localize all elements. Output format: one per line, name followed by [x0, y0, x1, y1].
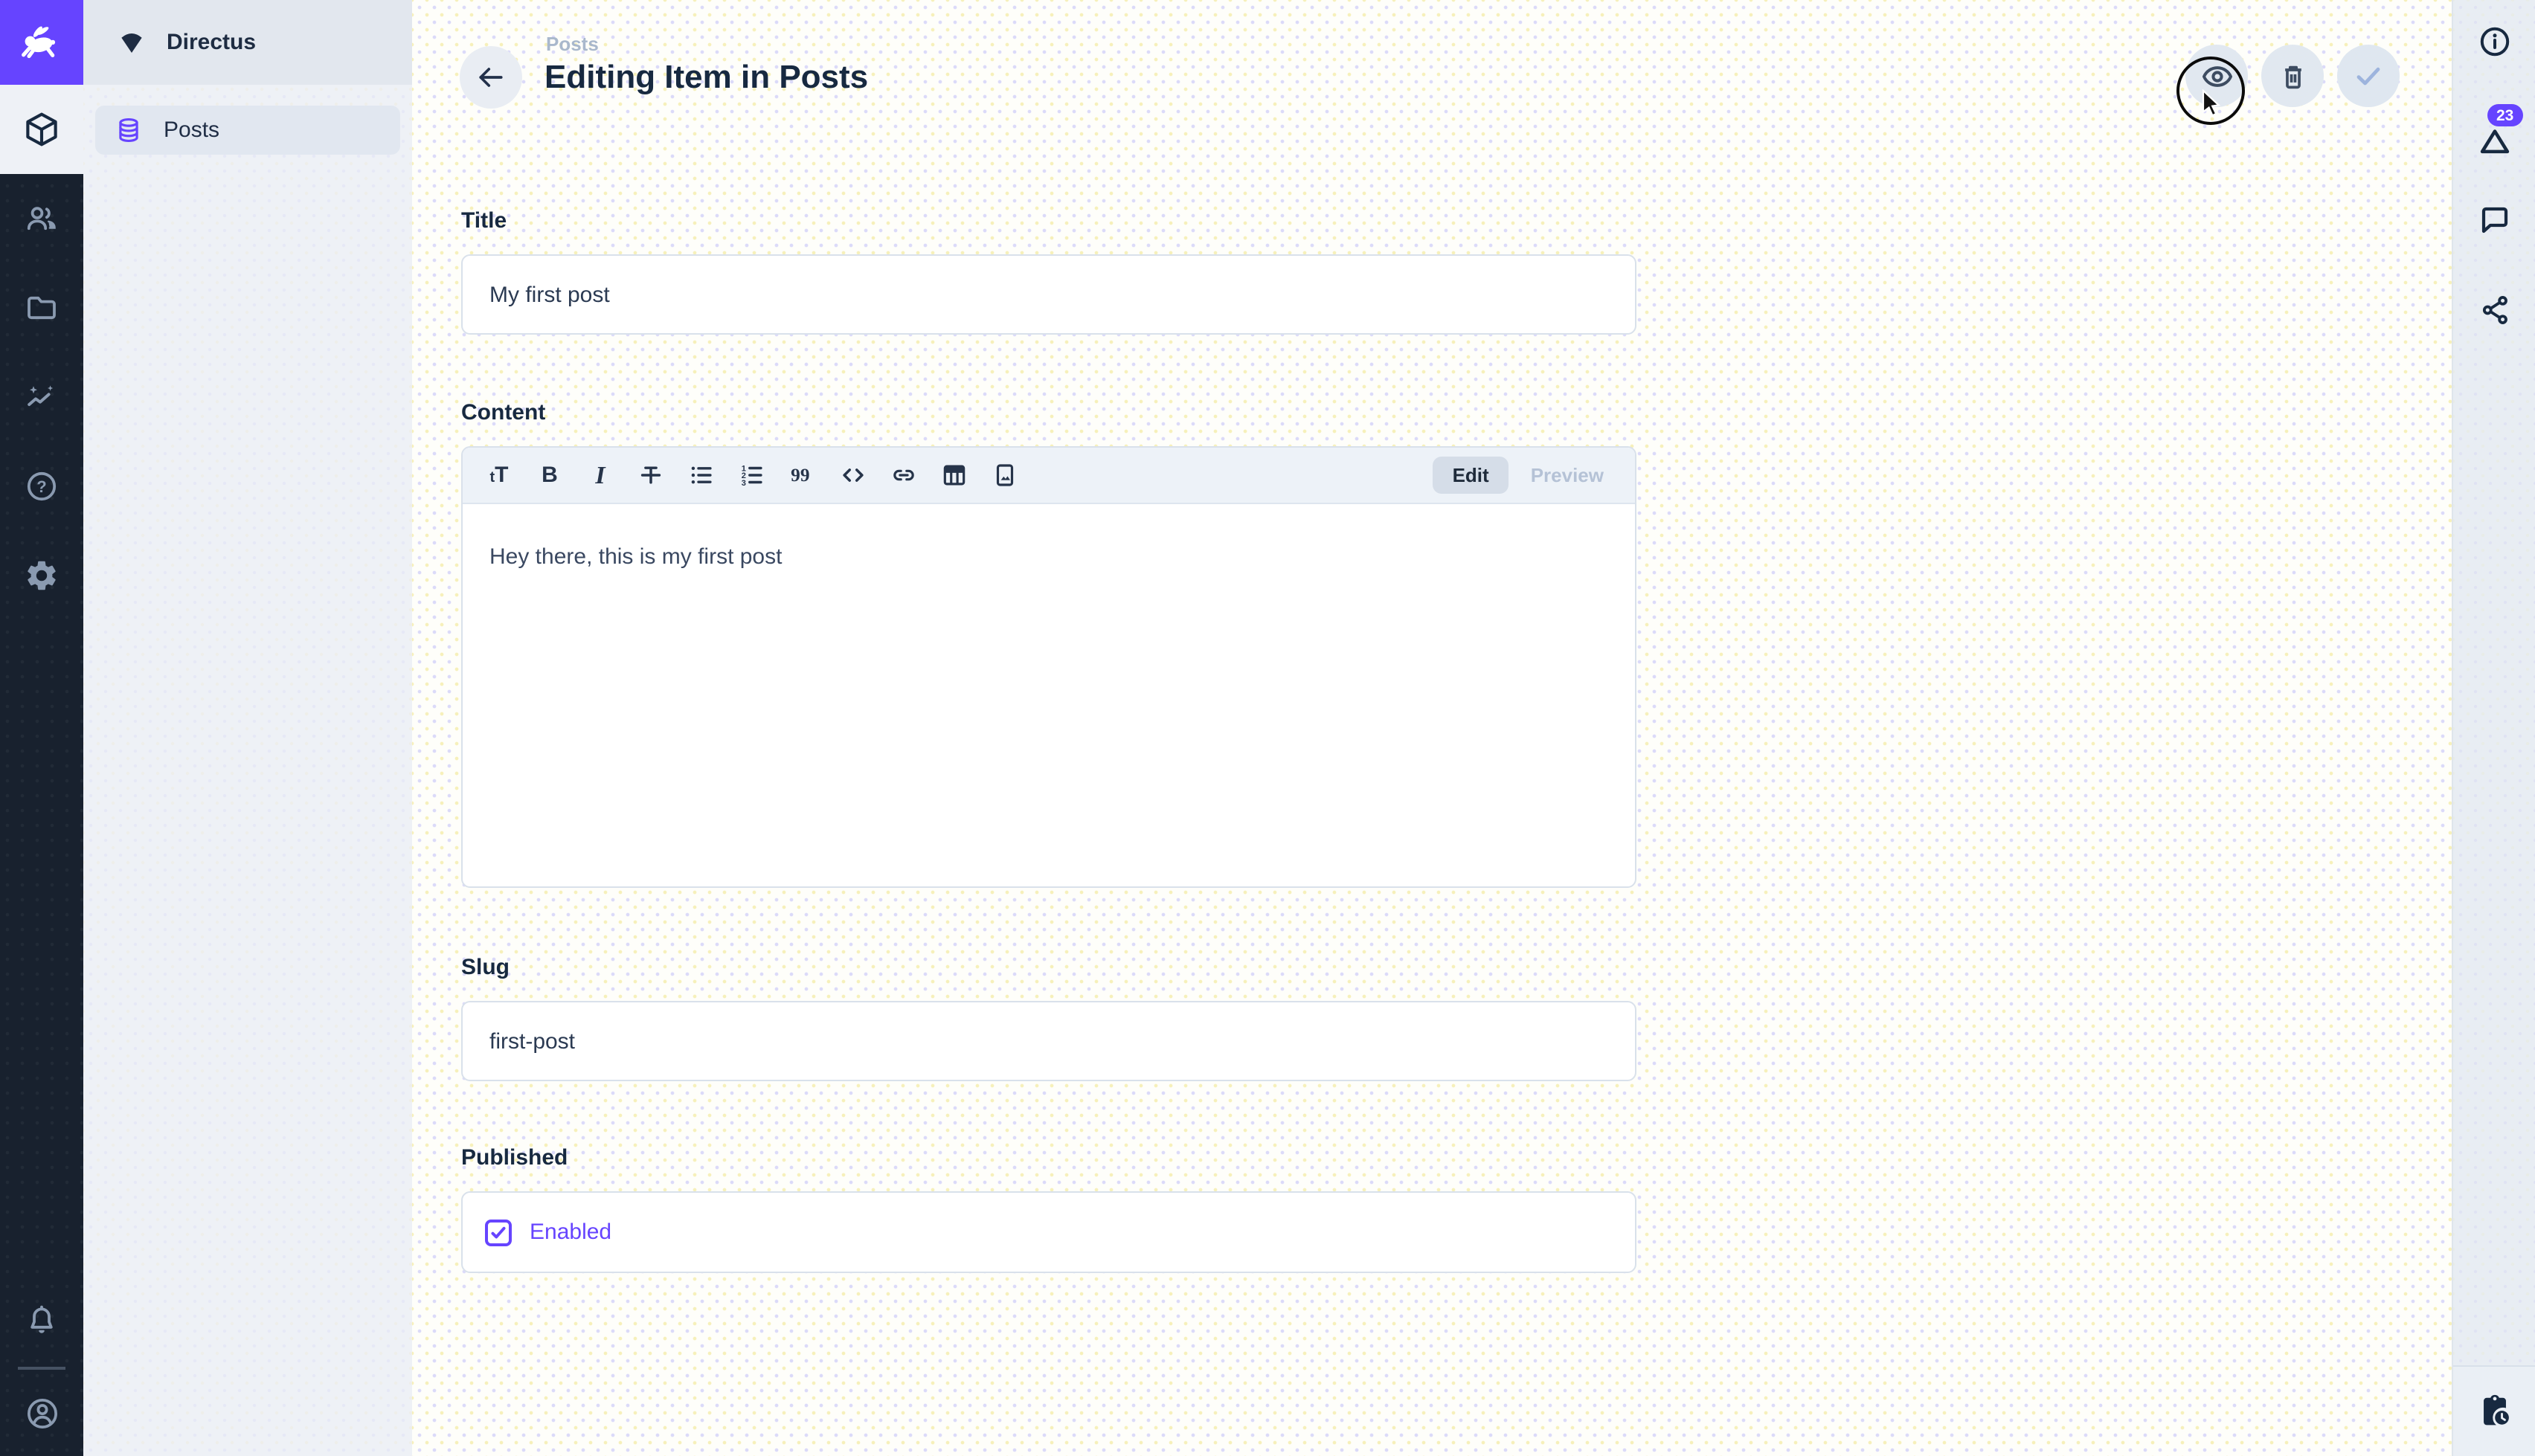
- gear-icon: [24, 558, 60, 593]
- published-checkbox-label[interactable]: Enabled: [530, 1220, 611, 1245]
- svg-text:3: 3: [742, 479, 746, 488]
- comment-icon: [2477, 202, 2513, 238]
- users-icon: [24, 201, 60, 236]
- published-field: Enabled: [461, 1191, 1636, 1273]
- eye-icon: [2200, 59, 2234, 93]
- slug-field-label: Slug: [461, 955, 510, 980]
- notifications-button[interactable]: [0, 1276, 83, 1365]
- shares-sidebar-button[interactable]: [2453, 265, 2535, 354]
- pending-actions-icon: [2475, 1392, 2514, 1431]
- module-help[interactable]: ?: [0, 442, 83, 531]
- breadcrumb[interactable]: Posts: [546, 33, 599, 55]
- published-field-label: Published: [461, 1145, 568, 1170]
- numbered-list-button[interactable]: 1 2 3: [729, 454, 775, 497]
- info-icon: [2477, 24, 2513, 59]
- revisions-count-badge: 23: [2487, 104, 2522, 126]
- delete-button[interactable]: [2261, 45, 2324, 107]
- checkbox-check-icon: [489, 1223, 507, 1241]
- strikethrough-icon: [637, 461, 665, 489]
- content-field-label: Content: [461, 400, 545, 425]
- module-settings[interactable]: [0, 531, 83, 620]
- editor-tabs: Edit Preview: [1433, 457, 1623, 494]
- user-menu-button[interactable]: [0, 1371, 83, 1455]
- navigation-sidebar: Directus Posts: [83, 0, 414, 1456]
- module-insights[interactable]: [0, 352, 83, 442]
- main-content: Posts Editing Item in Posts: [412, 0, 2452, 1456]
- info-sidebar-button[interactable]: [2453, 0, 2535, 83]
- arrow-left-icon: [475, 61, 507, 94]
- italic-button[interactable]: I: [577, 454, 623, 497]
- bullet-list-icon: [687, 461, 716, 489]
- svg-text:99: 99: [791, 465, 809, 486]
- bell-icon: [24, 1303, 60, 1339]
- folder-icon: [24, 290, 60, 326]
- image-button[interactable]: [982, 454, 1028, 497]
- rabbit-icon: [16, 17, 67, 68]
- back-button[interactable]: [460, 46, 522, 109]
- editor-toolbar: tT B I: [463, 448, 1635, 504]
- title-field-label: Title: [461, 208, 507, 233]
- svg-text:?: ?: [36, 477, 46, 496]
- blockquote-button[interactable]: 99: [780, 454, 826, 497]
- directus-logo[interactable]: [0, 0, 83, 85]
- slug-input[interactable]: [461, 1001, 1636, 1081]
- revisions-triangle-icon: [2475, 122, 2514, 161]
- table-icon: [940, 461, 968, 489]
- bold-button[interactable]: B: [527, 454, 573, 497]
- numbered-list-icon: 1 2 3: [738, 461, 766, 489]
- avatar-icon: [23, 1394, 60, 1431]
- project-name: Directus: [167, 30, 256, 55]
- module-bar: ?: [0, 0, 83, 1456]
- fan-icon: [116, 27, 147, 58]
- save-button[interactable]: [2337, 45, 2400, 107]
- box-icon: [22, 110, 61, 149]
- page-title: Editing Item in Posts: [544, 58, 868, 97]
- link-icon: [890, 461, 918, 489]
- check-icon: [2351, 58, 2386, 94]
- share-icon: [2478, 292, 2512, 326]
- insights-icon: [24, 379, 60, 415]
- format-size-button[interactable]: tT: [476, 454, 522, 497]
- tab-preview[interactable]: Preview: [1511, 457, 1623, 494]
- bullet-list-button[interactable]: [678, 454, 724, 497]
- image-icon: [991, 461, 1019, 489]
- module-bar-divider: [18, 1367, 65, 1370]
- code-icon: [839, 461, 867, 489]
- module-files[interactable]: [0, 263, 83, 352]
- content-editor: tT B I: [461, 446, 1636, 888]
- published-checkbox[interactable]: [485, 1219, 512, 1246]
- code-button[interactable]: [830, 454, 876, 497]
- module-content[interactable]: [0, 85, 83, 174]
- strikethrough-button[interactable]: [628, 454, 674, 497]
- tab-edit[interactable]: Edit: [1433, 457, 1509, 494]
- blockquote-icon: 99: [788, 461, 817, 489]
- sidebar-item-label: Posts: [164, 117, 219, 143]
- content-editor-body[interactable]: Hey there, this is my first post: [463, 504, 1635, 888]
- project-header[interactable]: Directus: [83, 0, 412, 85]
- preview-button[interactable]: [2185, 45, 2248, 107]
- directus-app: ?: [0, 0, 2535, 1456]
- module-users[interactable]: [0, 174, 83, 263]
- link-button[interactable]: [881, 454, 927, 497]
- database-icon: [115, 116, 143, 144]
- sidebar-item-posts[interactable]: Posts: [95, 106, 400, 155]
- comments-sidebar-button[interactable]: [2453, 175, 2535, 265]
- table-button[interactable]: [931, 454, 977, 497]
- title-input[interactable]: [461, 254, 1636, 335]
- help-circle-icon: ?: [24, 468, 60, 504]
- sidebar-activity-footer[interactable]: [2453, 1365, 2535, 1456]
- trash-icon: [2277, 60, 2308, 91]
- revisions-sidebar-button[interactable]: 23: [2453, 89, 2535, 178]
- info-sidebar: 23: [2452, 0, 2535, 1456]
